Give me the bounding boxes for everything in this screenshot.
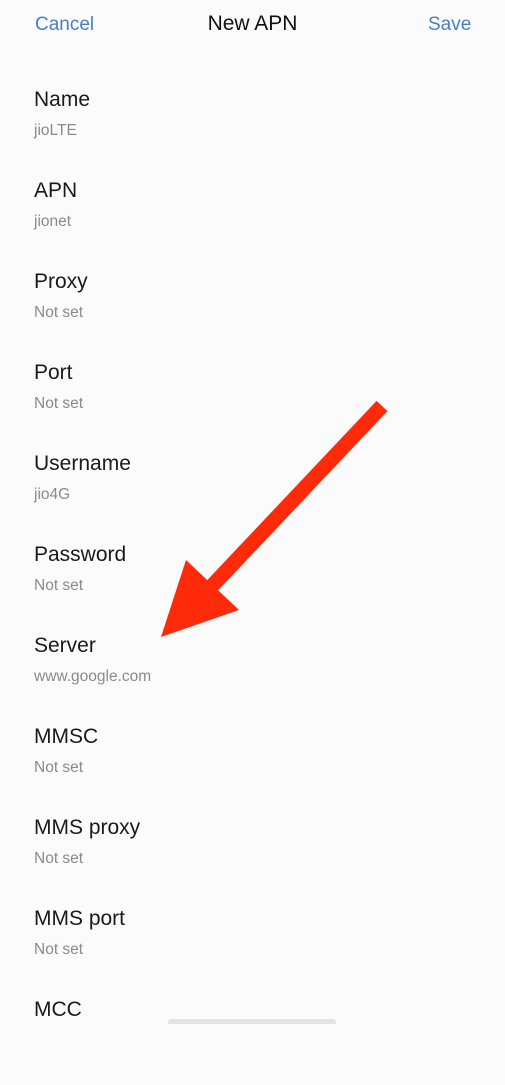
- field-mmsc[interactable]: MMSC Not set: [0, 721, 505, 812]
- home-indicator[interactable]: [168, 1019, 336, 1024]
- field-value: Not set: [34, 577, 84, 594]
- field-mms-proxy[interactable]: MMS proxy Not set: [0, 812, 505, 903]
- field-value: jioLTE: [34, 122, 77, 139]
- field-label: Server: [34, 634, 96, 657]
- field-label: MMS port: [34, 907, 126, 930]
- field-username[interactable]: Username jio4G: [0, 448, 505, 539]
- field-value: www.google.com: [34, 668, 152, 685]
- field-label: MCC: [34, 998, 82, 1021]
- field-name[interactable]: Name jioLTE: [0, 84, 505, 175]
- field-value: Not set: [34, 850, 84, 867]
- field-port[interactable]: Port Not set: [0, 357, 505, 448]
- save-button[interactable]: Save: [428, 14, 471, 36]
- field-proxy[interactable]: Proxy Not set: [0, 266, 505, 357]
- field-mcc[interactable]: MCC: [0, 994, 505, 1085]
- field-value: Not set: [34, 941, 84, 958]
- field-value: jionet: [34, 213, 72, 230]
- field-label: Port: [34, 361, 73, 384]
- field-label: APN: [34, 179, 78, 202]
- field-apn[interactable]: APN jionet: [0, 175, 505, 266]
- field-value: Not set: [34, 304, 84, 321]
- field-password[interactable]: Password Not set: [0, 539, 505, 630]
- field-label: Proxy: [34, 270, 88, 293]
- field-mms-port[interactable]: MMS port Not set: [0, 903, 505, 994]
- apn-settings-list: Name jioLTE APN jionet Proxy Not set Por…: [0, 84, 505, 1085]
- field-label: Name: [34, 88, 91, 111]
- field-value: jio4G: [34, 486, 71, 503]
- field-value: Not set: [34, 759, 84, 776]
- field-label: MMSC: [34, 725, 99, 748]
- field-value: Not set: [34, 395, 84, 412]
- field-label: Username: [34, 452, 131, 475]
- app-bar: Cancel New APN Save: [0, 0, 505, 52]
- field-label: Password: [34, 543, 127, 566]
- field-server[interactable]: Server www.google.com: [0, 630, 505, 721]
- field-label: MMS proxy: [34, 816, 141, 839]
